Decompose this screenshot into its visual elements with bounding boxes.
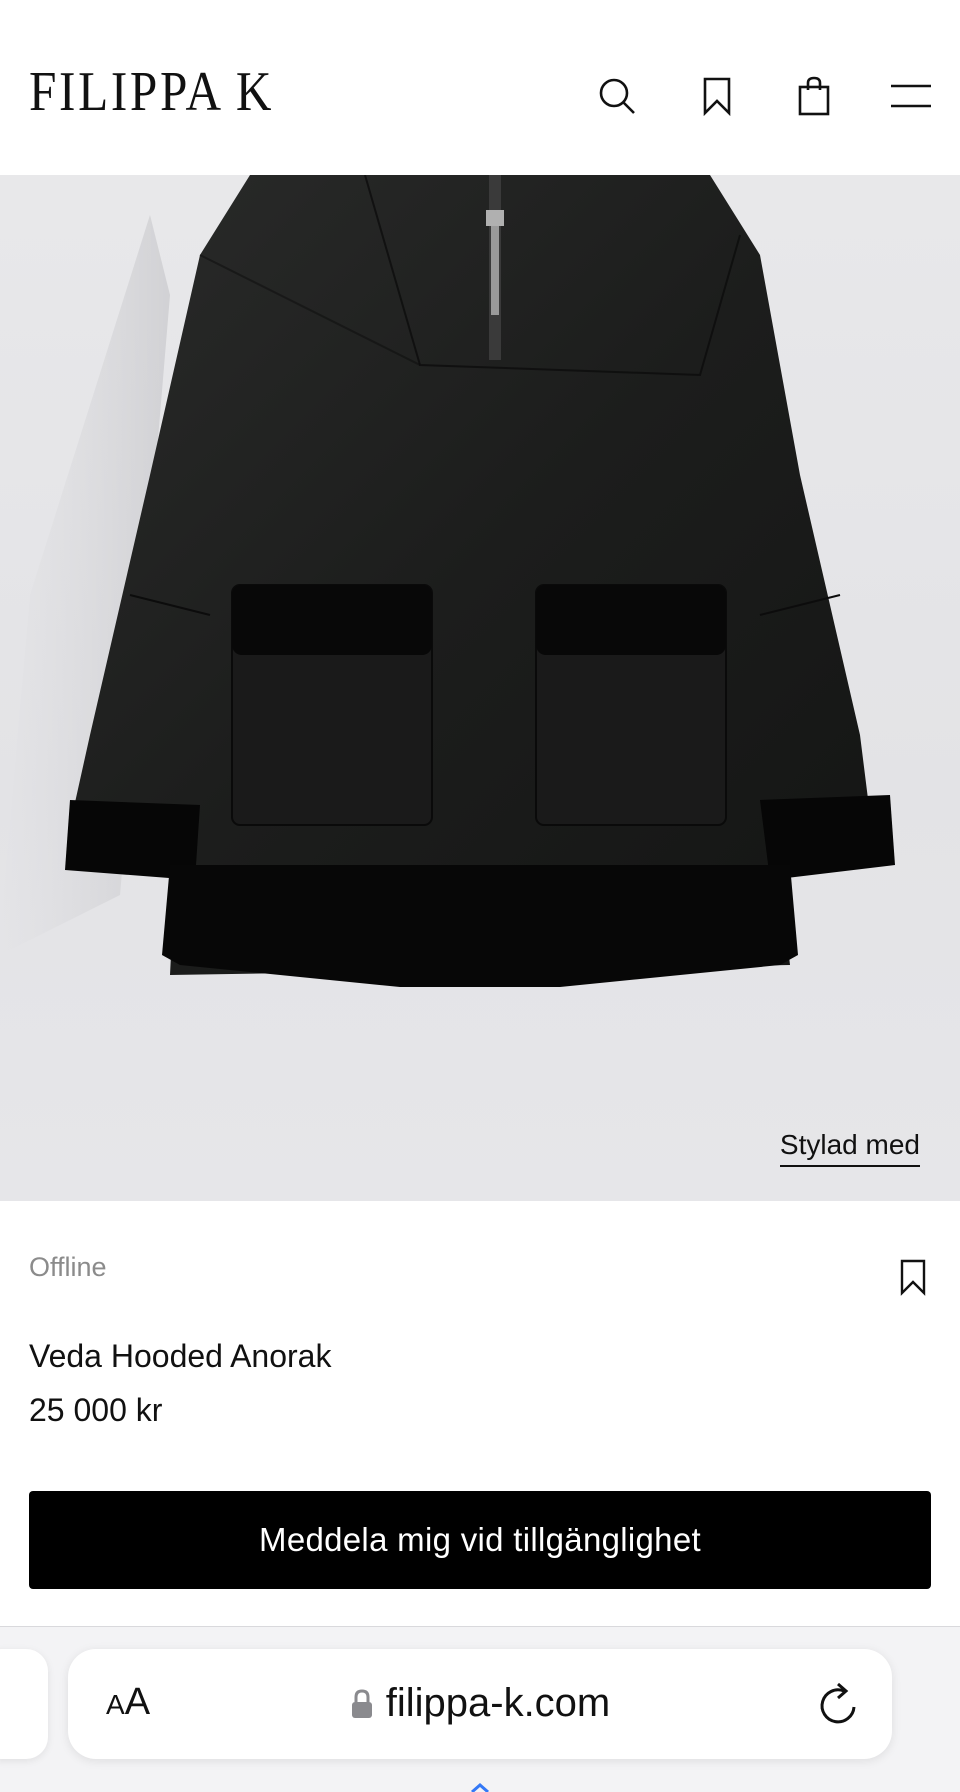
shopping-bag-icon[interactable]	[788, 70, 840, 122]
address-bar[interactable]: AA filippa-k.com	[68, 1649, 892, 1759]
notify-availability-button[interactable]: Meddela mig vid tillgänglighet	[29, 1491, 931, 1589]
search-icon[interactable]	[591, 70, 643, 122]
brand-logo[interactable]: FILIPPA K	[29, 64, 274, 120]
lock-icon	[351, 1688, 372, 1718]
url-display[interactable]: filippa-k.com	[68, 1681, 892, 1726]
anorak-illustration	[0, 175, 895, 987]
bookmark-icon[interactable]	[691, 70, 743, 122]
product-price: 25 000 kr	[29, 1392, 163, 1428]
url-text: filippa-k.com	[385, 1681, 611, 1725]
previous-tab[interactable]	[0, 1649, 48, 1759]
menu-icon[interactable]	[885, 70, 937, 122]
availability-status: Offline	[29, 1252, 107, 1282]
bookmark-icon[interactable]	[896, 1258, 930, 1296]
product-page: FILIPPA K Stylad med Offline Veda Hooded…	[0, 0, 960, 1792]
browser-toolbar: AA filippa-k.com	[0, 1626, 960, 1792]
reload-icon[interactable]	[816, 1679, 862, 1729]
site-header: FILIPPA K	[0, 0, 960, 175]
styled-with-link[interactable]: Stylad med	[779, 1129, 920, 1167]
chevron-up-icon[interactable]	[470, 1783, 490, 1792]
product-image[interactable]: Stylad med	[0, 175, 960, 1201]
product-name: Veda Hooded Anorak	[29, 1338, 332, 1374]
